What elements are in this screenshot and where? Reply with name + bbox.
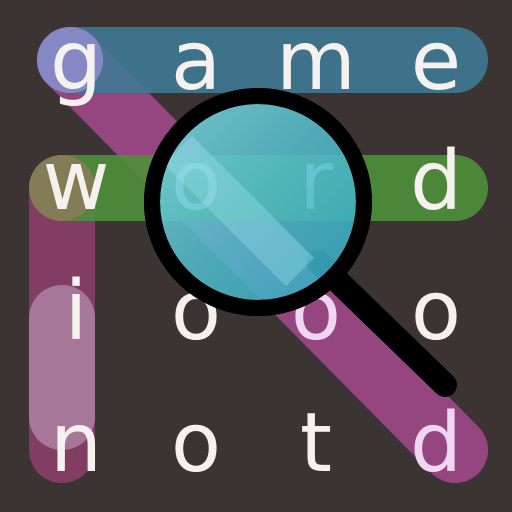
letter-cell[interactable]: i <box>16 242 136 382</box>
letter-cell[interactable]: o <box>256 242 376 382</box>
letter-cell[interactable]: o <box>136 382 256 506</box>
letter-cell[interactable]: a <box>136 2 256 122</box>
word-search-board: g a m e w o r d i o o o n o t d <box>0 0 512 512</box>
letter-cell[interactable]: m <box>256 2 376 122</box>
letter-cell[interactable]: r <box>256 122 376 242</box>
letter-cell[interactable]: o <box>136 242 256 382</box>
letter-cell[interactable]: t <box>256 382 376 506</box>
letter-cell[interactable]: w <box>16 122 136 242</box>
letter-cell[interactable]: g <box>16 2 136 122</box>
letter-cell[interactable]: d <box>376 382 496 506</box>
letter-cell[interactable]: e <box>376 2 496 122</box>
letter-cell[interactable]: o <box>376 242 496 382</box>
letter-cell[interactable]: o <box>136 122 256 242</box>
letter-cell[interactable]: n <box>16 382 136 506</box>
letter-cell[interactable]: d <box>376 122 496 242</box>
letter-grid: g a m e w o r d i o o o n o t d <box>16 2 496 485</box>
